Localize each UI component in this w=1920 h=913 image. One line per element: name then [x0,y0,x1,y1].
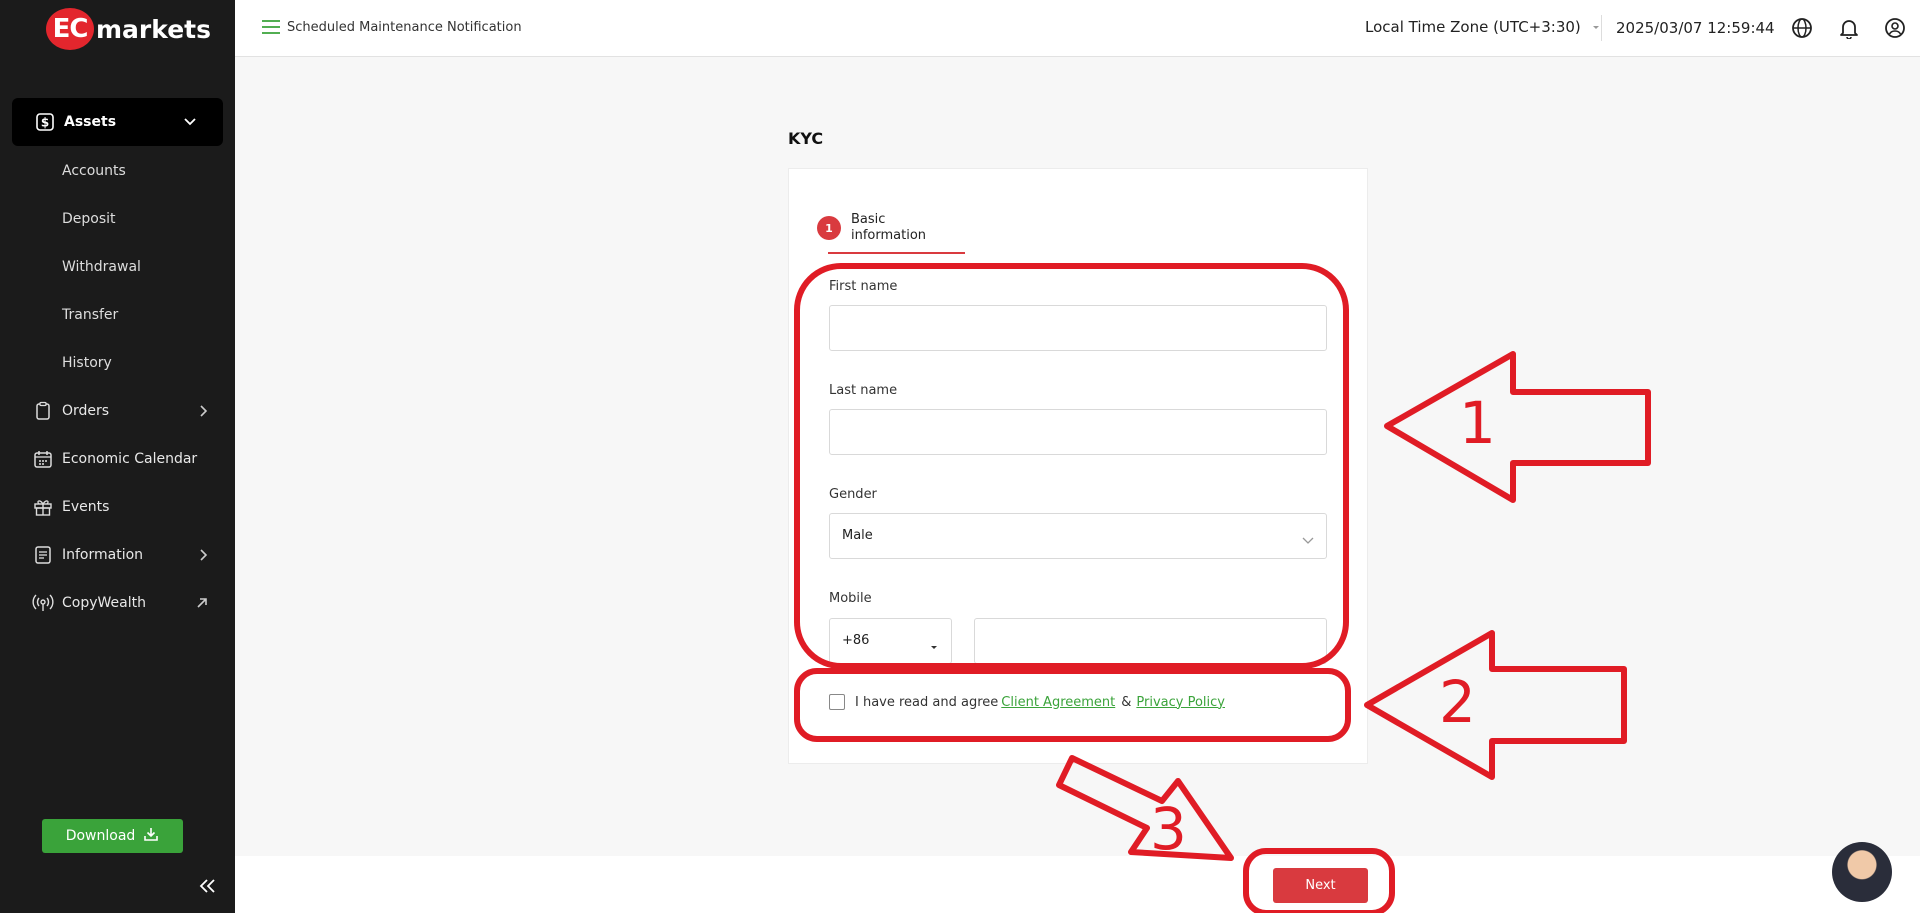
annotation-number-3: 3 [1150,795,1187,863]
timezone-label: Local Time Zone (UTC+3:30) [1365,18,1581,36]
step-basic-information[interactable]: 1 Basic information [817,212,931,244]
annotation-arrow-3 [1056,755,1234,861]
sidebar-subitem-accounts[interactable]: Accounts [62,161,126,181]
gender-label: Gender [829,487,877,502]
annotation-number-2: 2 [1439,668,1476,736]
top-header: Scheduled Maintenance Notification Local… [235,0,1920,57]
step-label: Basic information [851,212,927,243]
sidebar-item-label: Events [62,499,110,515]
sidebar-item-assets[interactable]: $ Assets [12,98,223,146]
annotation-number-1: 1 [1459,389,1496,457]
ampersand: & [1121,694,1132,710]
bell-icon[interactable] [1837,16,1861,40]
privacy-policy-link[interactable]: Privacy Policy [1136,695,1225,710]
caret-down-icon [1591,18,1601,36]
calendar-icon [32,448,54,470]
sidebar-item-label: Assets [64,114,117,130]
maintenance-notification-link[interactable]: Scheduled Maintenance Notification [287,20,522,35]
sidebar-item-label: Orders [62,403,110,419]
broadcast-icon [32,592,54,614]
sidebar-item-label: Economic Calendar [62,451,198,467]
chevron-right-icon [199,548,209,562]
agree-text: I have read and agree [855,694,999,710]
bottom-action-bar [235,856,1920,913]
gender-select[interactable]: Male [829,513,1327,559]
gift-icon [32,496,54,518]
sidebar-item-label: Information [62,547,144,563]
collapse-sidebar-icon[interactable] [198,878,218,898]
phone-number-input[interactable] [974,618,1327,664]
logo-text: markets [96,14,211,44]
clipboard-icon [32,400,54,422]
gender-value: Male [842,528,873,543]
download-button[interactable]: Download [42,819,183,853]
menu-icon[interactable] [261,19,281,39]
timezone-select[interactable]: Local Time Zone (UTC+3:30) [1365,18,1601,36]
last-name-input[interactable] [829,409,1327,455]
sidebar-item-events[interactable]: Events [0,487,235,527]
client-agreement-link[interactable]: Client Agreement [1001,695,1115,710]
annotation-arrow-2 [1364,630,1627,780]
agreement-row: I have read and agree Client Agreement &… [829,694,1229,710]
logo[interactable]: EC markets [46,8,211,50]
svg-text:$: $ [41,116,49,130]
logo-mark: EC [46,8,94,50]
sidebar-item-copywealth[interactable]: CopyWealth [0,583,235,623]
page-title: KYC [788,129,824,148]
country-code-select[interactable]: +86 [829,618,952,664]
document-icon [32,544,54,566]
globe-icon[interactable] [1790,16,1814,40]
external-arrow-icon [195,596,209,610]
mobile-label: Mobile [829,591,872,606]
chevron-right-icon [199,404,209,418]
sidebar-item-label: CopyWealth [62,595,146,611]
agree-checkbox[interactable] [829,694,845,710]
sidebar-item-information[interactable]: Information [0,535,235,575]
download-label: Download [65,828,136,844]
kyc-form-card [788,168,1368,764]
header-divider [1601,15,1602,41]
sidebar-subitem-withdrawal[interactable]: Withdrawal [62,257,141,277]
last-name-label: Last name [829,383,898,398]
sidebar-subitem-deposit[interactable]: Deposit [62,209,116,229]
current-datetime: 2025/03/07 12:59:44 [1616,19,1775,37]
annotation-arrow-1 [1384,351,1651,503]
sidebar: EC markets $ Assets Accounts Deposit Wit… [0,0,235,913]
sidebar-subitem-transfer[interactable]: Transfer [62,305,118,325]
chevron-down-icon [183,117,197,127]
dollar-icon: $ [34,111,56,133]
next-button[interactable]: Next [1273,868,1368,903]
chevron-down-icon [1302,530,1314,549]
download-icon [143,826,159,846]
step-number: 1 [817,216,841,240]
first-name-input[interactable] [829,305,1327,351]
step-active-underline [828,252,965,254]
first-name-label: First name [829,279,898,294]
caret-down-icon [929,637,939,656]
user-account-icon[interactable] [1883,16,1907,40]
sidebar-item-orders[interactable]: Orders [0,391,235,431]
sidebar-subitem-history[interactable]: History [62,353,112,373]
country-code-value: +86 [842,633,870,648]
support-avatar[interactable] [1832,842,1892,902]
sidebar-item-economic-calendar[interactable]: Economic Calendar [0,439,235,479]
